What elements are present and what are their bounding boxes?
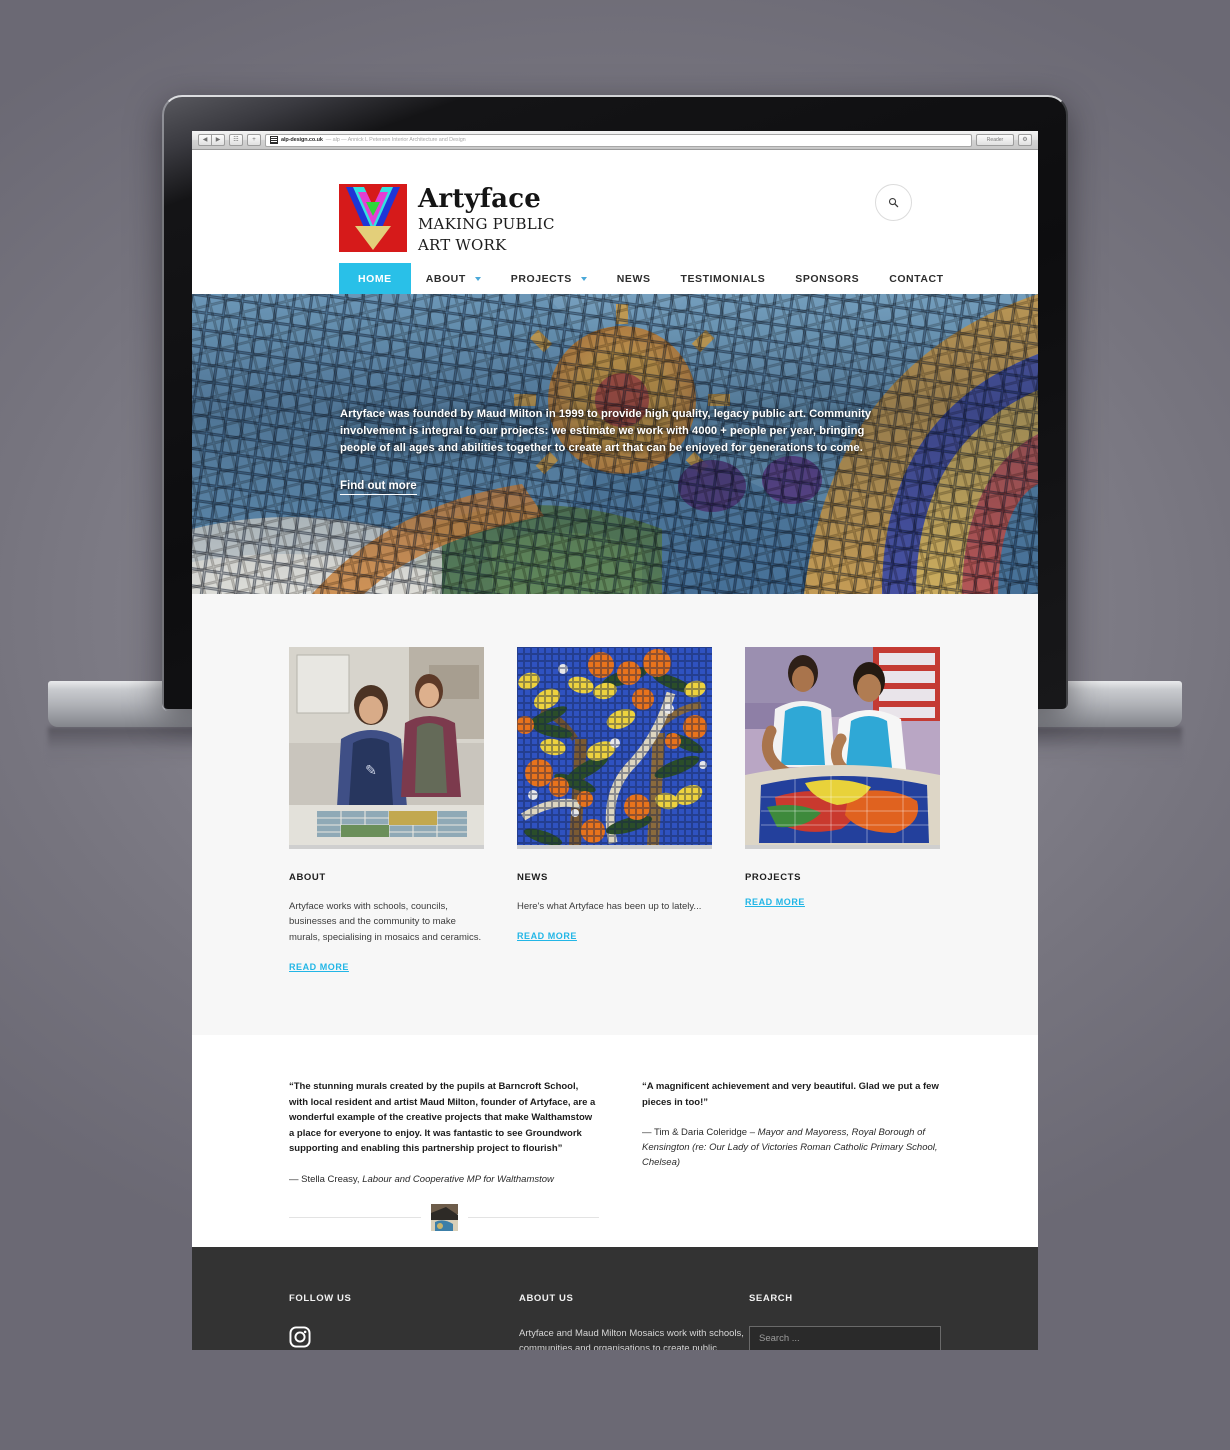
search-icon [888, 197, 899, 208]
card-about-body: Artyface works with schools, councils, b… [289, 901, 482, 943]
nav-item-about[interactable]: ABOUT [411, 263, 496, 294]
browser-window: ◀ ▶ ☷ + alp-design.co.uk — alp — Annick … [192, 131, 1038, 1350]
footer-search-input[interactable] [749, 1325, 941, 1350]
nav-item-label: CONTACT [889, 272, 944, 285]
card-about-read-more-link[interactable]: READ MORE [289, 962, 349, 972]
footer-search-heading: SEARCH [749, 1292, 793, 1304]
address-bar-domain: alp-design.co.uk [281, 137, 323, 143]
testimonial-1-quote: “The stunning murals created by the pupi… [289, 1081, 596, 1155]
nav-item-testimonials[interactable]: TESTIMONIALS [666, 263, 781, 294]
nav-item-label: ABOUT [425, 272, 466, 285]
slider-line-left [289, 1217, 421, 1219]
card-news-title: NEWS [517, 872, 548, 883]
testimonials-row: “The stunning murals created by the pupi… [192, 1079, 1038, 1187]
nav-item-label: HOME [358, 272, 392, 285]
address-bar[interactable]: alp-design.co.uk — alp — Annick L Peters… [265, 133, 972, 147]
forward-arrow-icon[interactable]: ▶ [211, 134, 225, 146]
footer-about-column: ABOUT US Artyface and Maud Milton Mosaic… [519, 1293, 749, 1350]
card-projects-read-more-link[interactable]: READ MORE [745, 897, 805, 907]
nav-item-projects[interactable]: PROJECTS [496, 263, 602, 294]
footer-follow-column: FOLLOW US [289, 1293, 519, 1350]
site-header: Artyface MAKING PUBLIC ART WORK [192, 150, 1038, 263]
address-bar-title: — alp — Annick L Petersen Interior Archi… [325, 137, 466, 143]
card-about: ✎ [289, 647, 484, 975]
children-mosaic-photo [737, 647, 940, 845]
testimonial-2-author: — Tim & Daria Coleridge – [642, 1127, 755, 1139]
favicon-icon [270, 136, 278, 144]
testimonial-1-attribution: — Stella Creasy, Labour and Cooperative … [289, 1172, 599, 1187]
nav-item-contact[interactable]: CONTACT [874, 263, 958, 294]
testimonial-1: “The stunning murals created by the pupi… [289, 1079, 599, 1187]
nav-item-news[interactable]: NEWS [602, 263, 666, 294]
featured-cards-section: ✎ [192, 594, 1038, 1036]
testimonial-2-quote: “A magnificent achievement and very beau… [642, 1081, 939, 1108]
brand-tagline-line1: MAKING PUBLIC [418, 215, 555, 234]
reader-button[interactable]: Reader [976, 134, 1014, 146]
chevron-down-icon[interactable] [474, 276, 481, 281]
site-footer: FOLLOW US ABOUT US Artyface and Maud Mil… [192, 1246, 1038, 1350]
footer-search-column: SEARCH [749, 1293, 979, 1350]
testimonials-section: “The stunning murals created by the pupi… [192, 1035, 1038, 1247]
back-arrow-icon[interactable]: ◀ [198, 134, 212, 146]
bookmarks-icon[interactable]: ☷ [229, 134, 243, 146]
card-about-title: ABOUT [289, 872, 326, 883]
laptop-mockup: ◀ ▶ ☷ + alp-design.co.uk — alp — Annick … [0, 0, 1230, 1450]
hero-headline: Artyface was founded by Maud Milton in 1… [340, 408, 872, 455]
slider-line-right [467, 1217, 599, 1219]
testimonial-slider-thumbnail[interactable] [430, 1204, 458, 1232]
testimonial-1-role: Labour and Cooperative MP for Walthamsto… [362, 1173, 554, 1185]
testimonial-2: “A magnificent achievement and very beau… [642, 1079, 952, 1187]
plus-icon[interactable]: + [247, 134, 261, 146]
hero-banner: Artyface was founded by Maud Milton in 1… [192, 294, 1038, 594]
instagram-icon[interactable] [289, 1326, 519, 1350]
brand-logo-link[interactable]: Artyface MAKING PUBLIC ART WORK [339, 184, 555, 256]
footer-about-body: Artyface and Maud Milton Mosaics work wi… [519, 1327, 744, 1350]
nav-item-label: NEWS [616, 272, 651, 285]
card-news-read-more-link[interactable]: READ MORE [517, 931, 577, 941]
card-projects-image[interactable] [737, 647, 940, 849]
artyface-logo-icon [339, 184, 407, 252]
citrus-mosaic-photo [516, 647, 712, 846]
nav-item-home[interactable]: HOME [339, 263, 411, 294]
testimonial-slider-nav [289, 1204, 599, 1232]
cards-row: ✎ [192, 647, 1038, 975]
card-news-image[interactable] [516, 647, 712, 849]
nav-item-label: SPONSORS [795, 272, 860, 285]
footer-follow-heading: FOLLOW US [289, 1292, 352, 1304]
main-navigation: HOME ABOUT PROJECTS NEWS TESTIMONIALS SPONSOR… [192, 263, 1038, 294]
brand-tagline-line2: ART WORK [418, 236, 507, 255]
settings-icon[interactable]: ⚙ [1018, 134, 1032, 146]
hero-find-out-more-link[interactable]: Find out more [340, 480, 417, 496]
studio-photo: ✎ [289, 647, 484, 845]
nav-item-label: PROJECTS [510, 272, 572, 285]
slider-thumbnail-image [430, 1204, 458, 1232]
card-projects-title: PROJECTS [745, 872, 802, 883]
search-toggle-button[interactable] [875, 184, 912, 221]
nav-item-sponsors[interactable]: SPONSORS [780, 263, 874, 294]
nav-item-label: TESTIMONIALS [680, 272, 766, 285]
card-news-body: Here's what Artyface has been up to late… [517, 901, 702, 912]
testimonial-2-attribution: — Tim & Daria Coleridge – Mayor and Mayo… [642, 1125, 952, 1171]
card-projects: PROJECTS READ MORE [737, 647, 940, 975]
footer-about-heading: ABOUT US [519, 1292, 574, 1304]
brand-name: Artyface [418, 184, 541, 214]
browser-toolbar: ◀ ▶ ☷ + alp-design.co.uk — alp — Annick … [192, 131, 1038, 150]
card-about-image[interactable]: ✎ [289, 647, 484, 849]
card-news: NEWS Here's what Artyface has been up to… [516, 647, 712, 975]
chevron-down-icon[interactable] [580, 276, 587, 281]
testimonial-1-author: — Stella Creasy, [289, 1173, 360, 1185]
hero-content: Artyface was founded by Maud Milton in 1… [340, 406, 900, 496]
